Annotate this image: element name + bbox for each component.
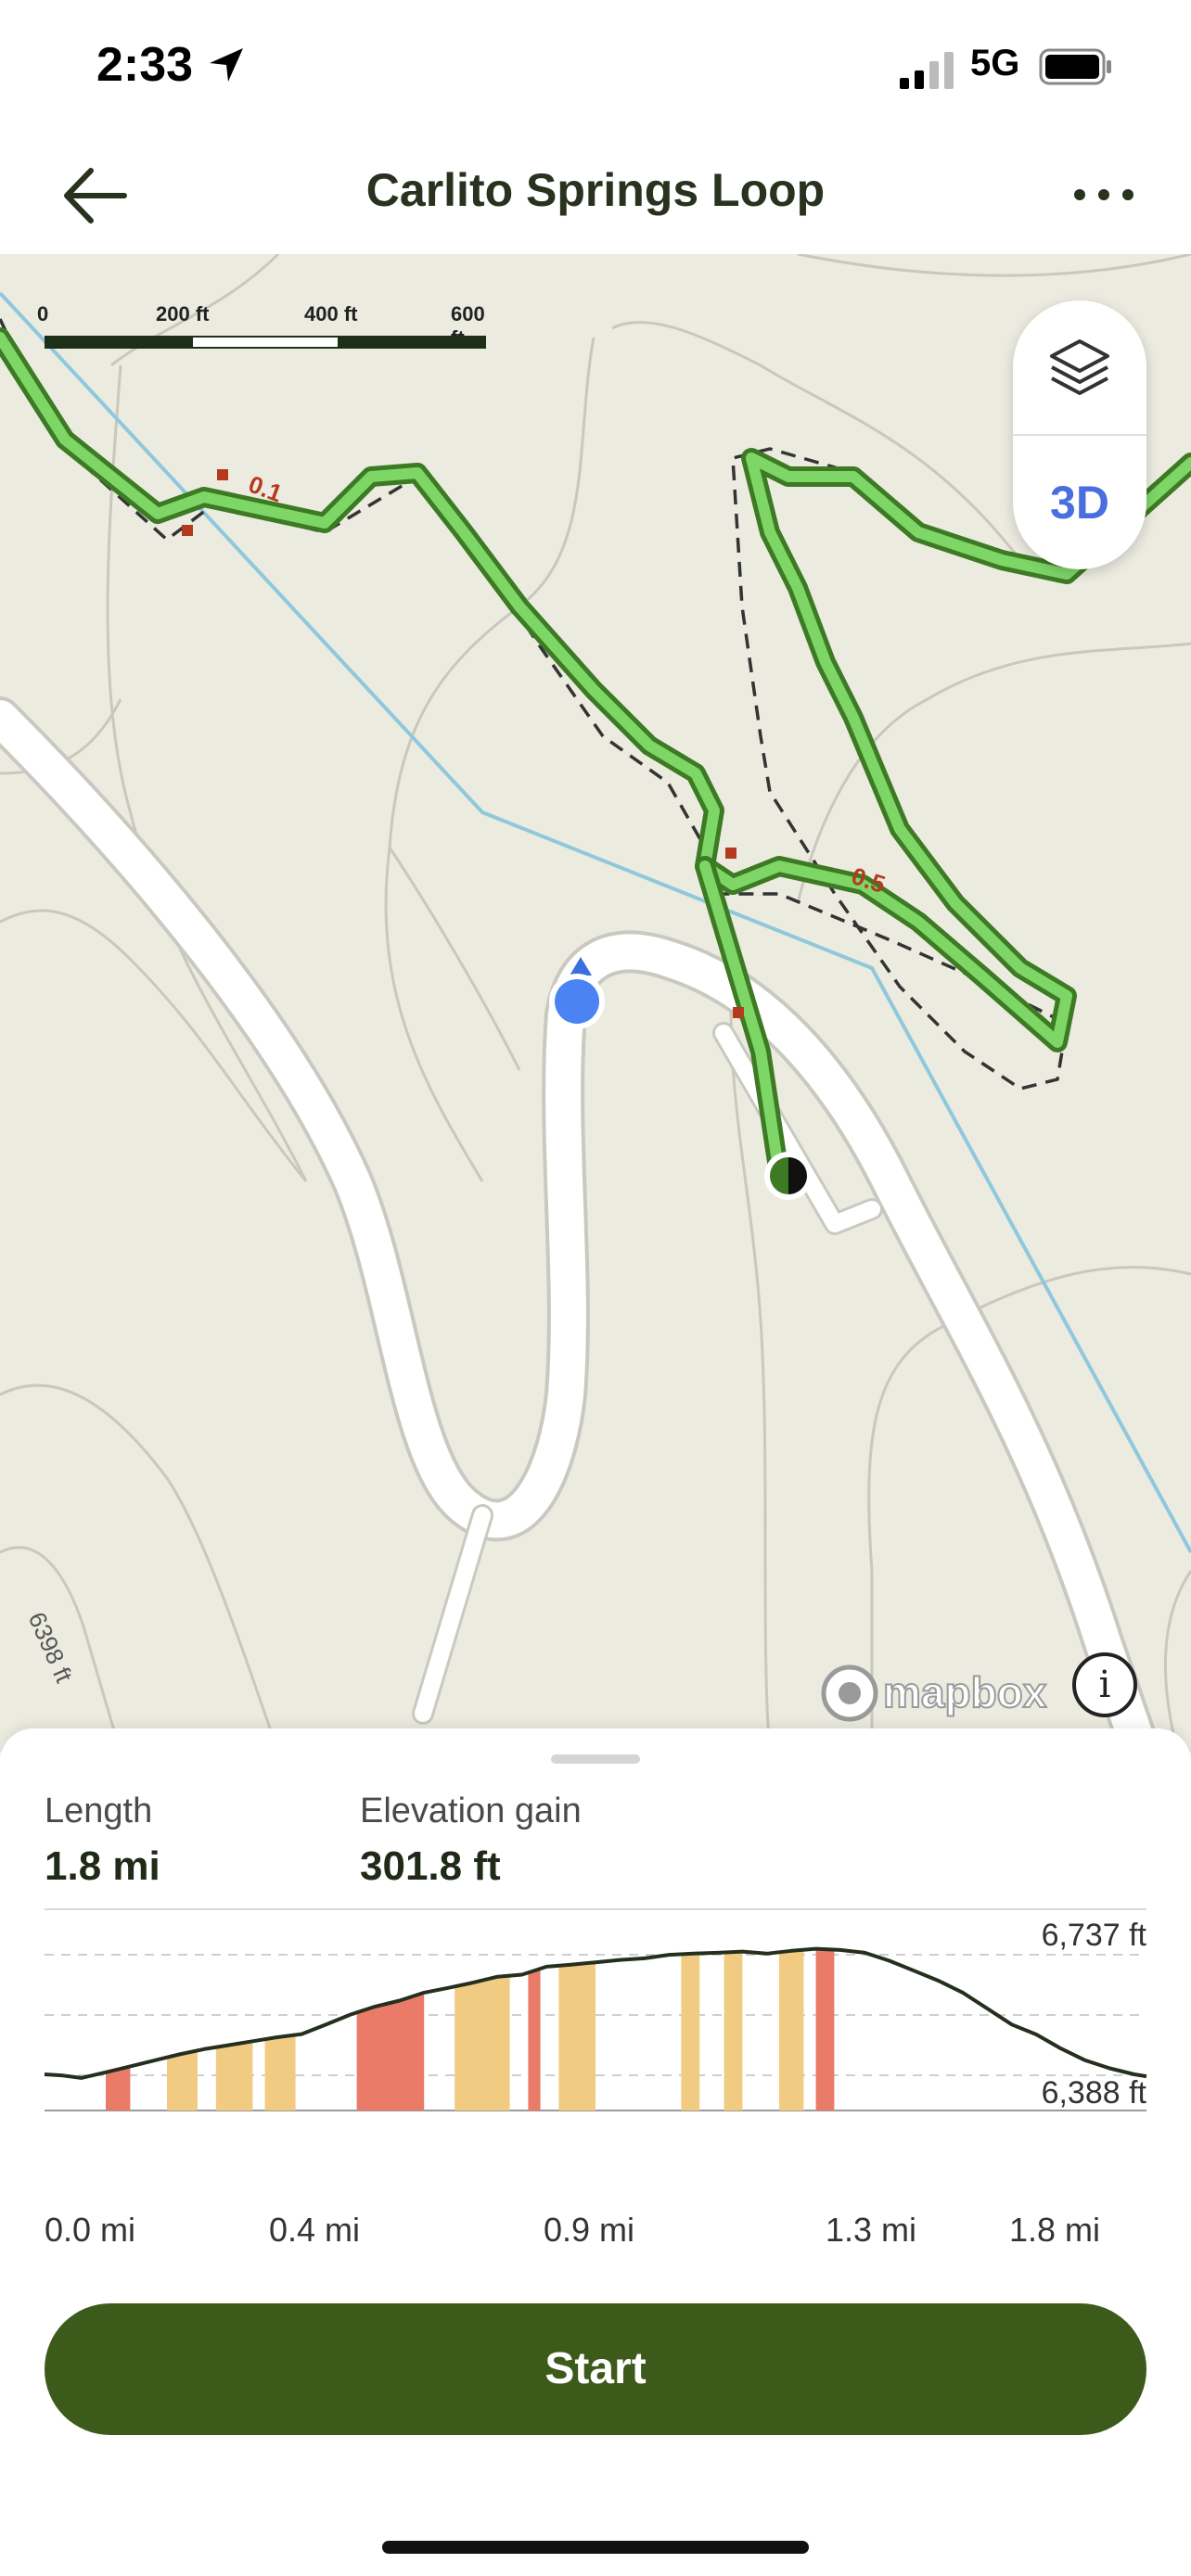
more-dots-icon[interactable]: [1067, 176, 1141, 213]
scale-segment: [45, 336, 193, 349]
grade-band-steep: [528, 1969, 541, 2111]
elevation-chart[interactable]: 6,737 ft 6,388 ft: [0, 1910, 1191, 2188]
length-label: Length: [45, 1792, 153, 1830]
grade-band-moderate: [264, 2034, 296, 2111]
x-tick-label: 0.9 mi: [544, 2211, 635, 2249]
x-tick-label: 1.3 mi: [826, 2211, 917, 2249]
grade-band-steep: [815, 1948, 835, 2111]
grade-band-moderate: [681, 1953, 700, 2111]
trail-map[interactable]: 0.1 0.5 0 200 ft 400 ft 600 ft 3D 6398 f…: [0, 254, 1191, 1753]
x-tick-label: 1.8 mi: [1009, 2211, 1101, 2249]
grade-band-moderate: [167, 2050, 198, 2111]
mapbox-label: mapbox: [882, 1667, 1047, 1717]
scale-label-200: 200 ft: [156, 302, 210, 325]
grade-band-moderate: [779, 1949, 804, 2111]
page-title: Carlito Springs Loop: [365, 164, 826, 216]
map-controls: 3D: [1013, 300, 1146, 569]
trail-details-sheet: Length 1.8 mi Elevation gain 301.8 ft 6,…: [0, 1728, 1191, 2576]
network-type: 5G: [970, 43, 1020, 83]
x-tick-label: 0.4 mi: [269, 2211, 361, 2249]
info-button[interactable]: i: [1072, 1652, 1137, 1717]
y-min-label: 6,388 ft: [1042, 2075, 1147, 2111]
location-arrow-icon: [210, 48, 243, 82]
elevation-gain-value: 301.8 ft: [360, 1843, 501, 1889]
length-value: 1.8 mi: [45, 1843, 160, 1889]
y-max-label: 6,737 ft: [1042, 1918, 1147, 1953]
header: Carlito Springs Loop: [0, 139, 1191, 254]
home-indicator: [382, 2541, 809, 2554]
mapbox-logo-icon: [821, 1664, 878, 1722]
grade-band-moderate: [215, 2041, 253, 2111]
status-time: 2:33: [96, 38, 194, 92]
status-bar: 2:33 5G: [0, 0, 1191, 139]
signal-icon: [900, 52, 954, 89]
scale-segment: [191, 336, 339, 349]
3d-toggle-button[interactable]: 3D: [1013, 436, 1146, 569]
grade-band-moderate: [558, 1962, 596, 2111]
map-scale-bar: 0 200 ft 400 ft 600 ft: [37, 302, 492, 350]
grade-band-moderate: [455, 1975, 510, 2111]
elevation-gain-label: Elevation gain: [360, 1792, 582, 1830]
layers-icon[interactable]: [1013, 300, 1146, 434]
scale-label-0: 0: [37, 302, 49, 325]
scale-label-400: 400 ft: [304, 302, 358, 325]
battery-icon: [1039, 48, 1111, 85]
grade-band-moderate: [724, 1951, 743, 2111]
x-tick-label: 0.0 mi: [45, 2211, 136, 2249]
sheet-handle[interactable]: [551, 1754, 640, 1764]
start-button[interactable]: Start: [45, 2303, 1146, 2435]
scale-segment: [338, 336, 486, 349]
